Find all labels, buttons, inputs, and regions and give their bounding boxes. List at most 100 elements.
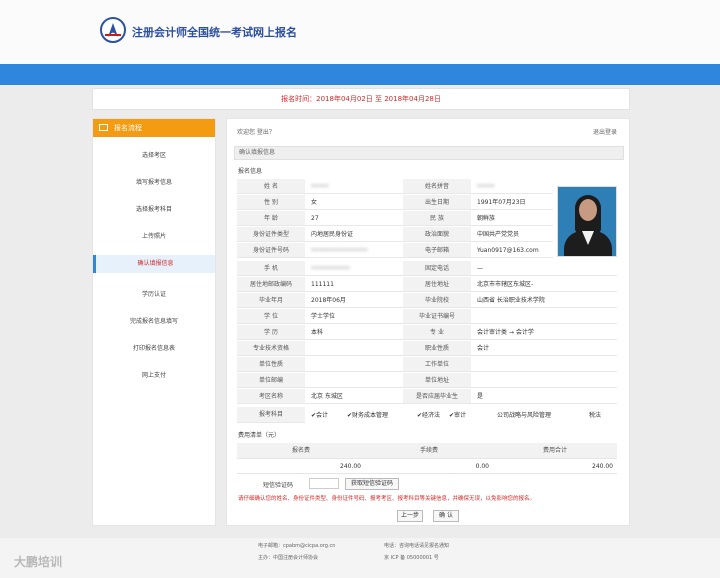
mobile-label: 手 机 [237, 261, 305, 276]
degree-label: 学 位 [237, 309, 305, 324]
sidebar-item-online-payment[interactable]: 网上支付 [93, 367, 215, 385]
job-label: 职业性质 [403, 341, 471, 356]
sidebar-item-print-form[interactable]: 打印报名信息表 [93, 340, 215, 358]
degree-value: 学士学位 [305, 309, 403, 324]
main-content: 欢迎您 登出？ 退出登录 确认填报信息 报名信息 姓 名 ••••• 姓名拼音 … [226, 118, 630, 526]
get-sms-code-button[interactable]: 获取短信验证码 [345, 478, 399, 490]
registration-date-notice: 报名时间：2018年04月02日 至 2018年04月28日 [92, 88, 630, 110]
sidebar-item-select-area[interactable]: 选择考区 [93, 147, 215, 165]
footer-icp: 京 ICP 备 05000001 号 [384, 555, 439, 561]
title-label: 专业技术资格 [237, 341, 305, 356]
work-label: 工作单位 [403, 357, 471, 372]
sidebar-item-select-subjects[interactable]: 选择报考科目 [93, 201, 215, 219]
address-value: 北京市市辖区东城区- [471, 277, 617, 292]
fee-header-total: 费用合计 [493, 443, 617, 459]
watermark: 大鹏培训 [14, 555, 63, 569]
subject-strategy-risk[interactable]: 公司战略与风险管理 [497, 409, 551, 423]
subject-accounting[interactable]: ✔会计 [311, 409, 328, 423]
post-value: 111111 [305, 277, 403, 292]
logout-link[interactable]: 退出登录 [593, 127, 617, 136]
unitaddr-label: 单位地址 [403, 373, 471, 388]
name-value: ••••• [305, 179, 403, 194]
fee-header-service: 手续费 [365, 443, 493, 459]
birth-label: 出生日期 [403, 195, 471, 210]
sidebar-item-confirm-info[interactable]: 确认填报信息 [93, 255, 215, 273]
confirm-button[interactable]: 确 认 [433, 510, 459, 522]
ethnic-value: 朝鲜族 [471, 211, 553, 226]
subject-audit[interactable]: ✔审计 [449, 409, 466, 423]
site-title: 注册会计师全国统一考试网上报名 [132, 26, 297, 39]
prev-step-button[interactable]: 上一步 [397, 510, 423, 522]
sidebar-header: 报名流程 [93, 119, 215, 137]
fee-value-registration: 240.00 [237, 459, 365, 474]
sms-code-label: 短信验证码 [263, 482, 294, 489]
footer-email: 电子邮箱：cpabm@cicpa.org.cn [258, 543, 336, 549]
cert-value [471, 309, 617, 324]
pinyin-value: ••••• [471, 179, 553, 194]
post-label: 居住地邮政编码 [237, 277, 305, 292]
gender-label: 性 别 [237, 195, 305, 210]
phone-label: 固定电话 [403, 261, 471, 276]
grad-time-label: 毕业年月 [237, 293, 305, 308]
fee-header-registration: 报名费 [237, 443, 365, 459]
unitpost-value [305, 373, 403, 388]
age-value: 27 [305, 211, 403, 226]
sidebar-title: 报名流程 [114, 124, 142, 132]
grad-label: 是否应届毕业生 [403, 389, 471, 404]
major-label: 专 业 [403, 325, 471, 340]
fee-value-total: 240.00 [493, 459, 617, 474]
address-label: 居住地址 [403, 277, 471, 292]
title-value [305, 341, 403, 356]
idno-label: 身份证件号码 [237, 243, 305, 258]
sidebar-item-upload-photo[interactable]: 上传照片 [93, 228, 215, 246]
phone-value: — [471, 261, 617, 276]
fee-section-title: 费用清单（元） [238, 432, 281, 439]
footer-phone: 电话：咨询电话请见报名通知 [384, 543, 450, 549]
sidebar-item-education-verify[interactable]: 学历认证 [93, 286, 215, 304]
section-registration-info: 报名信息 [238, 168, 263, 175]
major-value: 会计审计类 → 会计学 [471, 325, 617, 340]
edu-value: 本科 [305, 325, 403, 340]
unitaddr-value [471, 373, 617, 388]
welcome-text: 欢迎您 登出？ [237, 129, 275, 136]
subject-financial-management[interactable]: ✔财务成本管理 [347, 409, 388, 423]
idtype-label: 身份证件类型 [237, 227, 305, 242]
mobile-value: ••••••••••• [305, 261, 403, 276]
job-value: 会计 [471, 341, 617, 356]
school-label: 毕业院校 [403, 293, 471, 308]
sms-code-input[interactable] [309, 478, 339, 489]
monitor-icon [99, 124, 108, 131]
work-value [471, 357, 617, 372]
grad-time-value: 2018年06月 [305, 293, 403, 308]
subject-economic-law[interactable]: ✔经济法 [417, 409, 440, 423]
footer-host: 主办：中国注册会计师协会 [258, 555, 319, 561]
cert-label: 毕业证书编号 [403, 309, 471, 324]
email-label: 电子邮箱 [403, 243, 471, 258]
cicpa-logo-icon [100, 17, 126, 43]
unit-value [305, 357, 403, 372]
unit-label: 单位性质 [237, 357, 305, 372]
name-label: 姓 名 [237, 179, 305, 194]
nav-band [0, 64, 720, 85]
birth-value: 1991年07月23日 [471, 195, 553, 210]
edu-label: 学 历 [237, 325, 305, 340]
area-label: 考区名称 [237, 389, 305, 404]
sidebar-item-fill-info[interactable]: 填写报考信息 [93, 174, 215, 192]
email-value: Yuan0917@163.com [471, 243, 553, 258]
header: 注册会计师全国统一考试网上报名 [0, 0, 720, 64]
confirmation-warning: 请仔细确认您的姓名、身份证件类型、身份证件号码、报考考区、报考科目等关键信息，并… [238, 496, 536, 502]
sidebar-item-complete-info[interactable]: 完成报名信息填写 [93, 313, 215, 331]
unitpost-label: 单位邮编 [237, 373, 305, 388]
subjects-label: 报考科目 [237, 407, 305, 423]
fee-value-service: 0.00 [365, 459, 493, 474]
applicant-photo [557, 186, 617, 257]
politic-label: 政治面貌 [403, 227, 471, 242]
subject-tax-law[interactable]: 税法 [589, 409, 601, 423]
gender-value: 女 [305, 195, 403, 210]
idno-value: •••••••••••••••• [305, 243, 403, 258]
politic-value: 中国共产党党员 [471, 227, 553, 242]
process-sidebar: 报名流程 选择考区 填写报考信息 选择报考科目 上传照片 确认填报信息 学历认证… [92, 118, 216, 526]
idtype-value: 内地居民身份证 [305, 227, 403, 242]
footer: 电子邮箱：cpabm@cicpa.org.cn 电话：咨询电话请见报名通知 主办… [0, 538, 720, 578]
grad-value: 是 [471, 389, 617, 404]
